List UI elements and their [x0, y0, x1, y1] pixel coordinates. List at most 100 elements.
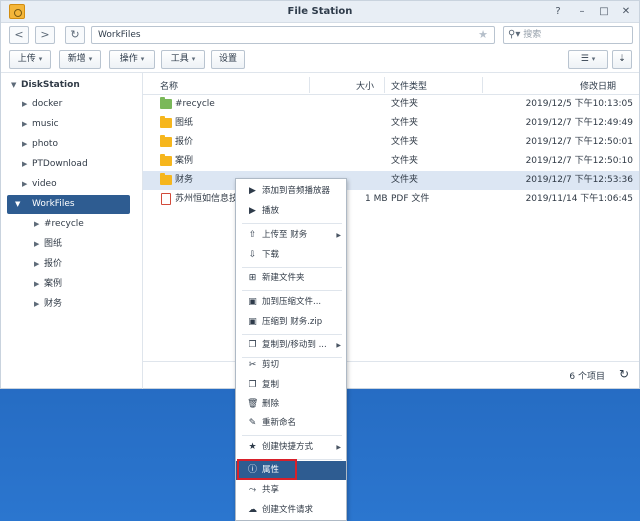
menu-item-copy[interactable]: ❐ 复制	[236, 376, 346, 395]
tree-child-cases[interactable]: ▶ 案例	[1, 275, 141, 294]
tree-item-label: PTDownload	[32, 159, 88, 169]
view-mode-button[interactable]: ☰ ▾	[568, 50, 608, 69]
tree-item-ptdownload[interactable]: ▶ PTDownload	[1, 155, 141, 174]
window-title: File Station	[287, 6, 353, 17]
submenu-arrow-icon: ▶	[336, 342, 341, 349]
menu-label: 添加到音频播放器	[262, 186, 331, 196]
menu-label: 共享	[262, 485, 280, 495]
sort-button[interactable]: ⇣	[612, 50, 632, 69]
menu-item-upload-to[interactable]: ⇧ 上传至 财务 ▶	[236, 226, 346, 245]
collapsed-arrow-icon[interactable]: ▶	[22, 115, 27, 134]
tree-child-finance[interactable]: ▶ 财务	[1, 295, 141, 314]
menu-label: 删除	[262, 399, 280, 409]
menu-item-new-folder[interactable]: ⊞ 新建文件夹	[236, 269, 346, 288]
tree-item-docker[interactable]: ▶ docker	[1, 95, 141, 114]
file-size: 1 MB	[365, 194, 388, 204]
menu-item-add-to-archive[interactable]: ▣ 加到压缩文件...	[236, 293, 346, 312]
file-name: #recycle	[175, 99, 215, 109]
menu-item-create-shortcut[interactable]: ★ 创建快捷方式 ▶	[236, 438, 346, 457]
search-placeholder: 搜索	[523, 30, 542, 40]
column-divider[interactable]	[482, 77, 483, 93]
new-button[interactable]: 新增 ▾	[59, 50, 101, 69]
settings-button[interactable]: 设置	[211, 50, 245, 69]
column-modified[interactable]: 修改日期	[580, 79, 616, 92]
collapsed-arrow-icon[interactable]: ▶	[22, 135, 27, 154]
chevron-down-icon: ▾	[140, 55, 145, 63]
collapsed-arrow-icon[interactable]: ▶	[34, 295, 39, 314]
tree-item-music[interactable]: ▶ music	[1, 115, 141, 134]
tree-item-video[interactable]: ▶ video	[1, 175, 141, 194]
forward-button[interactable]: >	[35, 26, 55, 44]
menu-separator	[242, 223, 342, 224]
search-input[interactable]: ⚲▾ 搜索	[503, 26, 633, 44]
collapsed-arrow-icon[interactable]: ▶	[34, 255, 39, 274]
tree-item-photo[interactable]: ▶ photo	[1, 135, 141, 154]
file-row[interactable]: 图纸 文件夹 2019/12/7 下午12:49:49	[143, 114, 639, 133]
menu-item-share[interactable]: ⤳ 共享	[236, 481, 346, 500]
help-icon[interactable]: ?	[551, 5, 565, 19]
file-row-selected[interactable]: 财务 文件夹 2019/12/7 下午12:53:36	[143, 171, 639, 190]
menu-label: 新建文件夹	[262, 273, 305, 283]
folder-icon	[160, 135, 172, 147]
refresh-icon[interactable]: ↻	[619, 367, 629, 381]
collapsed-arrow-icon[interactable]: ▶	[22, 155, 27, 174]
tree-child-drawings[interactable]: ▶ 图纸	[1, 235, 141, 254]
menu-item-delete[interactable]: 🗑 删除	[236, 395, 346, 414]
file-name: 财务	[175, 175, 194, 185]
path-field[interactable]: WorkFiles ★	[91, 26, 495, 44]
add-folder-icon: ⊞	[248, 273, 257, 283]
action-button[interactable]: 操作 ▾	[109, 50, 155, 69]
expanded-arrow-icon[interactable]: ▼	[15, 195, 20, 214]
menu-label: 创建快捷方式	[262, 442, 314, 452]
menu-item-copy-move-to[interactable]: ❐ 复制到/移动到 ... ▶	[236, 336, 346, 355]
menu-item-rename[interactable]: ✎ 重新命名	[236, 414, 346, 433]
close-button[interactable]: ✕	[619, 5, 633, 19]
file-row[interactable]: 案例 文件夹 2019/12/7 下午12:50:10	[143, 152, 639, 171]
tree-child-quotes[interactable]: ▶ 报价	[1, 255, 141, 274]
folder-icon	[160, 154, 172, 166]
menu-item-create-file-request[interactable]: ☁ 创建文件请求	[236, 501, 346, 520]
menu-item-download[interactable]: ⇩ 下载	[236, 246, 346, 265]
collapsed-arrow-icon[interactable]: ▶	[34, 235, 39, 254]
file-row[interactable]: #recycle 文件夹 2019/12/5 下午10:13:05	[143, 95, 639, 114]
collapsed-arrow-icon[interactable]: ▶	[22, 95, 27, 114]
file-modified: 2019/12/7 下午12:50:01	[525, 137, 633, 147]
collapsed-arrow-icon[interactable]: ▶	[34, 275, 39, 294]
action-label: 操作	[119, 54, 138, 64]
tree-item-workfiles[interactable]: ▼ WorkFiles	[7, 195, 130, 214]
column-divider[interactable]	[309, 77, 310, 93]
tree-root-diskstation[interactable]: ▼ DiskStation	[1, 76, 141, 95]
menu-item-compress-zip[interactable]: ▣ 压缩到 财务.zip	[236, 313, 346, 332]
maximize-button[interactable]: □	[597, 5, 611, 19]
submenu-arrow-icon: ▶	[336, 232, 341, 239]
menu-item-add-to-audio-player[interactable]: ▶ 添加到音频播放器	[236, 182, 346, 201]
column-name[interactable]: 名称	[160, 79, 178, 92]
column-divider[interactable]	[384, 77, 385, 93]
collapsed-arrow-icon[interactable]: ▶	[22, 175, 27, 194]
collapsed-arrow-icon[interactable]: ▶	[34, 215, 39, 234]
file-type: PDF 文件	[391, 194, 430, 204]
refresh-button[interactable]: ↻	[65, 26, 85, 44]
minimize-button[interactable]: –	[575, 5, 589, 19]
menu-item-play[interactable]: ▶ 播放	[236, 202, 346, 221]
column-type[interactable]: 文件类型	[391, 79, 427, 92]
star-icon: ★	[248, 442, 257, 452]
tree-item-label: video	[32, 179, 57, 189]
file-row[interactable]: 报价 文件夹 2019/12/7 下午12:50:01	[143, 133, 639, 152]
column-size[interactable]: 大小	[356, 79, 374, 92]
menu-label: 重新命名	[262, 418, 297, 428]
search-icon: ⚲▾	[508, 29, 521, 40]
scissors-icon: ✂	[248, 360, 257, 370]
menu-label: 播放	[262, 206, 280, 216]
menu-item-cut[interactable]: ✂ 剪切	[236, 356, 346, 375]
expanded-arrow-icon[interactable]: ▼	[11, 76, 16, 95]
file-type: 文件夹	[391, 175, 419, 185]
download-icon: ⇩	[248, 250, 257, 260]
upload-button[interactable]: 上传 ▾	[9, 50, 51, 69]
tree-item-label: 报价	[44, 259, 63, 269]
favorite-star-icon[interactable]: ★	[478, 27, 488, 43]
tree-child-recycle[interactable]: ▶ #recycle	[1, 215, 141, 234]
back-button[interactable]: <	[9, 26, 29, 44]
file-row[interactable]: 苏州恒如信息技术 1 MB PDF 文件 2019/11/14 下午1:06:4…	[143, 190, 639, 209]
tools-button[interactable]: 工具 ▾	[161, 50, 205, 69]
